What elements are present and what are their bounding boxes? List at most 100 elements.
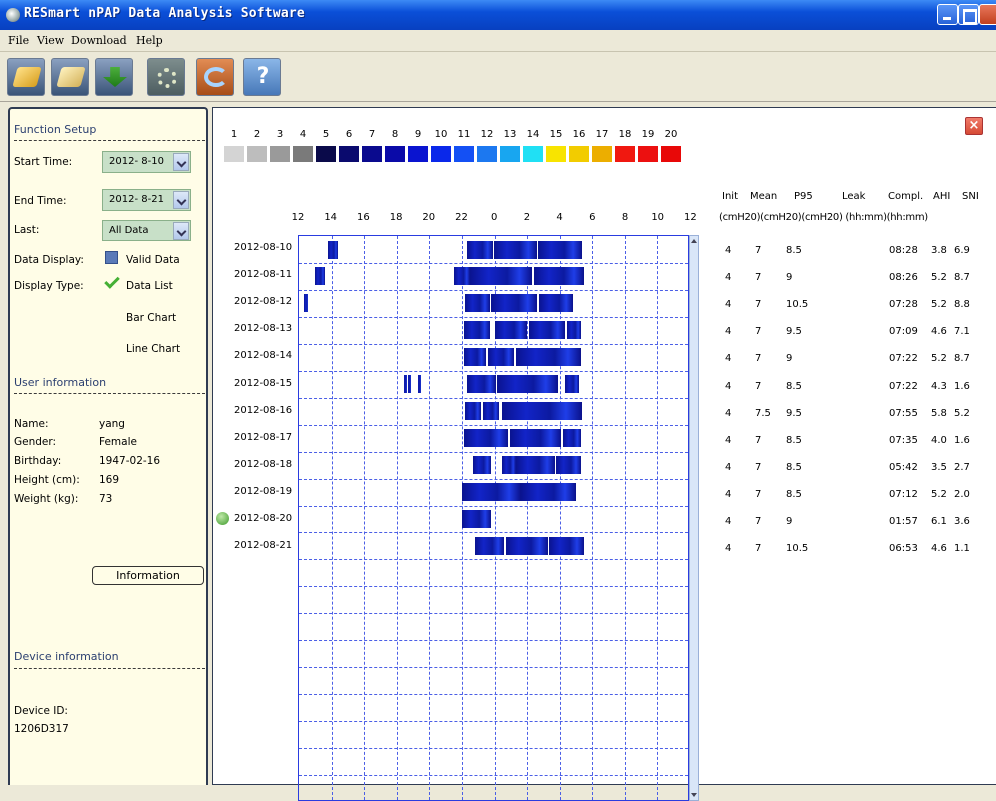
weight-value: 73	[99, 493, 113, 505]
vertical-scrollbar[interactable]	[689, 235, 699, 801]
scroll-down-arrow-icon[interactable]	[690, 790, 698, 800]
cell-sni: 8.7	[954, 353, 970, 365]
download-icon	[103, 67, 127, 87]
settings-button[interactable]	[147, 58, 185, 96]
start-time-value: 2012- 8-10	[109, 156, 164, 167]
row-date[interactable]: 2012-08-17	[234, 432, 292, 443]
device-info-title: Device information	[14, 650, 119, 663]
menu-file[interactable]: File	[8, 34, 29, 47]
usage-session-bar	[303, 294, 308, 313]
legend-swatch	[615, 146, 635, 162]
usage-session-bar	[463, 429, 509, 448]
end-time-label: End Time:	[14, 195, 67, 207]
hour-tick-label: 12	[291, 212, 305, 223]
cell-p95: 10.5	[786, 543, 809, 555]
cell-compl: 06:53	[889, 543, 918, 555]
download-button[interactable]	[95, 58, 133, 96]
hour-tick-label: 14	[324, 212, 338, 223]
close-window-button[interactable]	[979, 4, 996, 25]
usage-session-bar	[470, 267, 532, 286]
scroll-up-arrow-icon[interactable]	[690, 236, 698, 246]
row-date[interactable]: 2012-08-21	[234, 540, 292, 551]
start-time-label: Start Time:	[14, 156, 73, 168]
cell-ahi: 4.6	[931, 326, 947, 338]
app-window: RESmart nPAP Data Analysis Software File…	[0, 0, 996, 801]
maximize-button[interactable]	[958, 4, 979, 25]
cell-init: 4	[725, 516, 732, 527]
valid-data-checkbox[interactable]	[105, 251, 118, 264]
cell-init: 4	[725, 488, 732, 500]
row-date[interactable]: 2012-08-12	[234, 296, 292, 307]
cell-mean: 7	[755, 299, 762, 311]
usage-session-bar	[487, 348, 515, 367]
cell-p95: 10.5	[786, 299, 809, 311]
menu-download[interactable]: Download	[71, 34, 127, 47]
legend-number: 14	[526, 129, 540, 140]
row-date[interactable]: 2012-08-19	[234, 486, 292, 497]
minimize-button[interactable]	[937, 4, 958, 25]
cell-p95: 8.5	[786, 434, 802, 446]
refresh-button[interactable]	[196, 58, 234, 96]
cell-compl: 01:57	[889, 516, 918, 527]
title-bar[interactable]: RESmart nPAP Data Analysis Software	[0, 0, 996, 30]
divider	[14, 140, 205, 141]
usage-session-bar	[566, 321, 581, 340]
cell-mean: 7	[755, 516, 762, 527]
grid-line	[299, 370, 688, 372]
hour-tick-label: 6	[589, 212, 596, 223]
legend-number: 5	[322, 129, 330, 140]
row-date[interactable]: 2012-08-10	[234, 242, 292, 253]
usage-session-bar	[474, 536, 505, 555]
row-date[interactable]: 2012-08-14	[234, 350, 292, 361]
end-time-picker[interactable]: 2012- 8-21	[102, 189, 191, 211]
legend-number: 1	[230, 129, 238, 140]
row-date[interactable]: 2012-08-18	[234, 459, 292, 470]
chevron-down-icon[interactable]	[173, 191, 189, 209]
cell-mean: 7	[755, 461, 762, 473]
legend-swatch	[224, 146, 244, 162]
row-date[interactable]: 2012-08-11	[234, 269, 292, 280]
grid-line	[299, 775, 688, 777]
legend-number: 20	[664, 129, 678, 140]
chevron-down-icon[interactable]	[173, 153, 189, 171]
grid-line	[299, 505, 688, 507]
close-icon[interactable]: ×	[965, 117, 983, 135]
window-title: RESmart nPAP Data Analysis Software	[24, 6, 305, 21]
display-type-bar-chart[interactable]: Bar Chart	[126, 312, 176, 324]
help-button[interactable]: ?	[243, 58, 281, 96]
last-select[interactable]: All Data	[102, 220, 191, 241]
device-id-value: 1206D317	[14, 723, 69, 735]
save-button[interactable]	[51, 58, 89, 96]
display-type-data-list[interactable]: Data List	[126, 280, 173, 292]
grid-line	[299, 748, 688, 750]
row-date[interactable]: 2012-08-15	[234, 378, 292, 389]
open-button[interactable]	[7, 58, 45, 96]
cell-sni: 1.6	[954, 434, 970, 446]
last-value: All Data	[109, 225, 149, 236]
legend-number: 17	[595, 129, 609, 140]
legend-number: 9	[414, 129, 422, 140]
chevron-down-icon[interactable]	[173, 222, 189, 240]
cell-ahi: 3.5	[931, 461, 947, 473]
display-type-line-chart[interactable]: Line Chart	[126, 343, 180, 355]
cell-sni: 2.0	[954, 488, 970, 500]
menu-help[interactable]: Help	[136, 34, 163, 47]
cell-init: 4	[725, 245, 732, 256]
cell-p95: 8.5	[786, 488, 802, 500]
grid-line	[624, 236, 626, 800]
row-date[interactable]: 2012-08-16	[234, 405, 292, 416]
menu-view[interactable]: View	[37, 34, 64, 47]
row-date[interactable]: 2012-08-20	[234, 513, 292, 524]
information-button[interactable]: Information	[92, 566, 204, 585]
usage-session-bar	[315, 267, 326, 286]
start-time-picker[interactable]: 2012- 8-10	[102, 151, 191, 173]
grid-line	[299, 397, 688, 399]
row-date[interactable]: 2012-08-13	[234, 323, 292, 334]
legend-swatch	[661, 146, 681, 162]
cell-ahi: 4.6	[931, 543, 947, 555]
cell-ahi: 5.2	[931, 299, 947, 311]
hour-tick-label: 20	[422, 212, 436, 223]
usage-session-bar	[528, 321, 566, 340]
cell-ahi: 4.3	[931, 380, 947, 392]
legend-swatch	[339, 146, 359, 162]
